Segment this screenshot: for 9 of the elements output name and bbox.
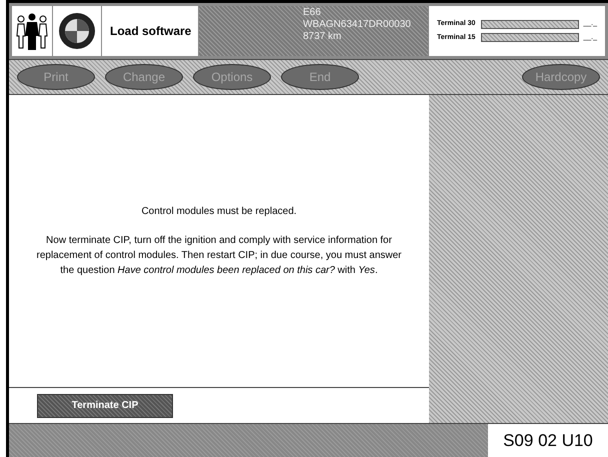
vehicle-vin: WBAGN63417DR00030	[303, 19, 412, 31]
screen-code: S09 02 U10	[503, 430, 593, 452]
people-icon	[12, 6, 52, 56]
vehicle-model: E66	[303, 7, 322, 19]
screen-title: Load software	[110, 23, 192, 40]
vehicle-mileage: 8737 km	[303, 31, 342, 43]
message-text: Now terminate CIP, turn off the ignition and comply with service information for replacement of control modules. Then restart CIP; in due course, you must answer the question Have control modules been replaced on this car? with Yes.	[36, 234, 402, 278]
terminate-button[interactable]: Terminate CIP	[37, 394, 173, 418]
message-heading: Control modules must be replaced.	[141, 205, 297, 219]
